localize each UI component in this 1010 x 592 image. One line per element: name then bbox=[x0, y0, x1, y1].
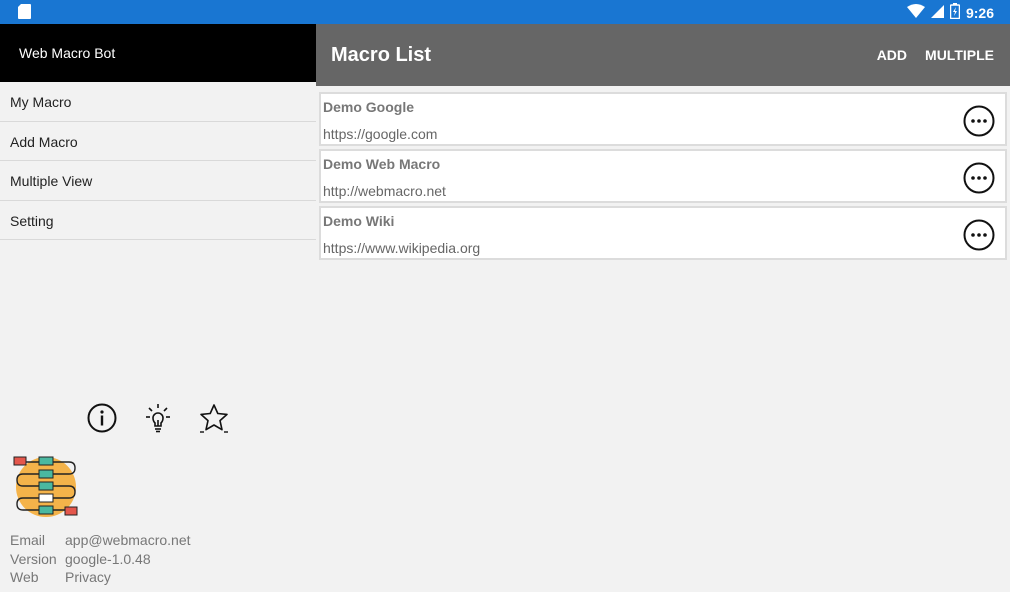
info-web-label: Web bbox=[10, 569, 39, 585]
app-logo bbox=[13, 454, 79, 520]
macro-name: Demo Web Macro bbox=[323, 156, 441, 172]
menu-item-setting[interactable]: Setting bbox=[0, 200, 316, 240]
add-button[interactable]: ADD bbox=[877, 47, 907, 63]
more-options-icon[interactable] bbox=[963, 219, 995, 251]
more-options-icon[interactable] bbox=[963, 162, 995, 194]
info-email-label: Email bbox=[10, 532, 46, 548]
menu-item-my-macro[interactable]: My Macro bbox=[0, 82, 316, 122]
app-bar: Macro List ADD MULTIPLE bbox=[316, 24, 1010, 86]
battery-icon bbox=[949, 3, 961, 22]
navigation-drawer: Web Macro Bot My Macro Add Macro Multipl… bbox=[0, 24, 316, 592]
status-time: 9:26 bbox=[965, 4, 994, 21]
signal-icon bbox=[930, 4, 944, 21]
info-version-label: Version bbox=[10, 550, 57, 567]
more-options-icon[interactable] bbox=[963, 105, 995, 137]
macro-name: Demo Wiki bbox=[323, 213, 395, 229]
info-email-value[interactable]: app@webmacro.net bbox=[65, 531, 191, 550]
menu-item-add-macro[interactable]: Add Macro bbox=[0, 121, 316, 161]
macro-url: http://webmacro.net bbox=[323, 183, 446, 199]
app-info: Email app@webmacro.net Version google-1.… bbox=[10, 531, 191, 587]
menu-item-multiple-view[interactable]: Multiple View bbox=[0, 161, 316, 201]
info-icon[interactable] bbox=[86, 402, 118, 434]
sd-card-icon bbox=[18, 4, 31, 24]
list-item[interactable]: Demo Wiki https://www.wikipedia.org bbox=[319, 206, 1007, 260]
list-item[interactable]: Demo Web Macro http://webmacro.net bbox=[319, 149, 1007, 203]
star-icon[interactable] bbox=[198, 402, 230, 434]
wifi-icon bbox=[906, 4, 925, 21]
info-version-value: google-1.0.48 bbox=[65, 550, 151, 567]
status-bar: 9:26 bbox=[0, 0, 1010, 24]
lightbulb-icon[interactable] bbox=[142, 402, 174, 434]
macro-list: Demo Google https://google.com Demo Web … bbox=[319, 92, 1007, 263]
macro-name: Demo Google bbox=[323, 99, 415, 115]
macro-url: https://google.com bbox=[323, 126, 438, 142]
macro-url: https://www.wikipedia.org bbox=[323, 240, 481, 256]
drawer-title: Web Macro Bot bbox=[0, 24, 316, 82]
multiple-button[interactable]: MULTIPLE bbox=[925, 47, 994, 63]
list-item[interactable]: Demo Google https://google.com bbox=[319, 92, 1007, 146]
privacy-link[interactable]: Privacy bbox=[65, 568, 111, 587]
page-title: Macro List bbox=[331, 44, 432, 66]
